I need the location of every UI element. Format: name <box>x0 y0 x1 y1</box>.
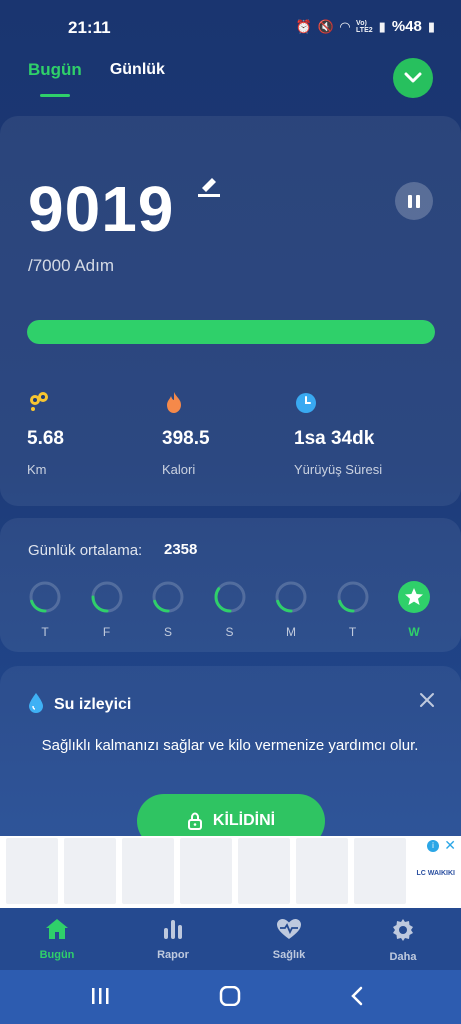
stat-distance-value: 5.68 <box>27 428 64 449</box>
status-bar: 21:11 ⏰ 🔇 ◠ Vo) LTE2 ▮ %48 ▮ <box>0 0 461 50</box>
edit-icon[interactable] <box>196 174 222 198</box>
stat-distance-label: Km <box>27 462 47 477</box>
ad-banner[interactable]: i ✕ LC WAIKIKI <box>0 836 461 908</box>
day-label: S <box>225 625 234 639</box>
day-label: F <box>102 625 111 639</box>
ad-info-icon[interactable]: i <box>427 840 439 852</box>
tab-bugun[interactable]: Bugün <box>28 60 82 97</box>
weekly-days: T F S S M T W <box>28 580 438 640</box>
ad-product-image[interactable] <box>122 838 174 904</box>
steps-progress-fill <box>27 320 435 344</box>
flame-icon <box>167 392 181 413</box>
back-icon[interactable] <box>350 986 364 1006</box>
bottom-nav: Bugün Rapor Sağlık Daha <box>0 908 461 970</box>
wifi-icon: ◠ <box>340 18 351 34</box>
clock-icon <box>296 393 316 413</box>
progress-ring-icon <box>152 581 184 613</box>
day-ring-5[interactable]: T <box>336 580 370 639</box>
ad-product-image[interactable] <box>180 838 232 904</box>
day-ring-4[interactable]: M <box>274 580 308 639</box>
day-ring-6[interactable]: W <box>397 580 431 639</box>
steps-value: 9019 <box>28 173 175 245</box>
nav-item-bugun[interactable]: Bugün <box>22 918 92 961</box>
home-button-icon[interactable] <box>219 986 241 1006</box>
progress-ring-icon <box>91 581 122 613</box>
stat-duration-label: Yürüyüş Süresi <box>294 462 383 477</box>
ad-product-image[interactable] <box>64 838 116 904</box>
stat-calories: 398.5 Kalori <box>162 390 210 477</box>
heart-pulse-icon <box>277 919 301 939</box>
day-ring-0[interactable]: T <box>28 580 62 639</box>
day-ring-1[interactable]: F <box>90 580 124 639</box>
close-icon[interactable] <box>419 692 435 708</box>
steps-progress-bar <box>27 320 435 344</box>
tab-gunluk[interactable]: Günlük <box>110 61 165 81</box>
alarm-icon: ⏰ <box>295 18 312 34</box>
steps-card: 9019 /7000 Adım 5.68 Km 398.5 Kalori 1sa… <box>0 116 461 506</box>
system-nav-bar <box>0 970 461 1024</box>
water-tracker-title: Su izleyici <box>54 696 132 713</box>
pause-icon-bar <box>416 194 420 208</box>
day-label: W <box>408 625 420 639</box>
day-label: T <box>41 625 49 639</box>
steps-goal: /7000 Adım <box>28 256 115 275</box>
gear-icon <box>393 919 413 941</box>
stat-calories-label: Kalori <box>162 462 196 477</box>
progress-ring-icon <box>214 581 245 613</box>
progress-ring-icon <box>29 581 61 613</box>
stat-duration: 1sa 34dk Yürüyüş Süresi <box>294 390 382 477</box>
weekly-card: Günlük ortalama: 2358 T F S S M T W <box>0 518 461 652</box>
bar-chart-icon <box>164 920 182 939</box>
daily-average-value: 2358 <box>164 541 198 558</box>
star-icon <box>398 581 430 613</box>
nav-label-bugun: Bugün <box>39 949 75 961</box>
stat-duration-value: 1sa 34dk <box>294 428 375 449</box>
status-time: 21:11 <box>68 18 111 37</box>
water-drop-icon <box>29 693 43 713</box>
battery-label: %48 <box>391 18 422 35</box>
network-label: Vo) LTE2 <box>356 19 373 34</box>
pause-button[interactable] <box>395 182 433 220</box>
progress-ring-icon <box>275 581 307 613</box>
day-ring-3[interactable]: S <box>213 580 247 639</box>
top-tabs: Bugün Günlük <box>28 60 165 97</box>
status-icons: ⏰ 🔇 ◠ Vo) LTE2 ▮ %48 ▮ <box>296 18 435 35</box>
stat-calories-value: 398.5 <box>162 428 210 449</box>
mute-icon: 🔇 <box>317 18 335 34</box>
signal-icon: ▮ <box>378 18 386 34</box>
ad-product-image[interactable] <box>238 838 290 904</box>
water-tracker-description: Sağlıklı kalmanızı sağlar ve kilo vermen… <box>41 737 419 754</box>
day-label: T <box>348 625 357 639</box>
nav-label-daha: Daha <box>389 951 417 963</box>
ad-product-image[interactable] <box>354 838 406 904</box>
nav-item-rapor[interactable]: Rapor <box>138 918 208 961</box>
battery-icon: ▮ <box>427 18 435 34</box>
water-tracker-card: Su izleyici Sağlıklı kalmanızı sağlar ve… <box>0 666 461 856</box>
footprints-icon <box>30 392 48 411</box>
day-ring-2[interactable]: S <box>151 580 185 639</box>
progress-ring-icon <box>337 581 368 613</box>
ad-brand-logo: LC WAIKIKI <box>416 870 456 877</box>
expand-button[interactable] <box>393 58 433 98</box>
day-label: M <box>286 625 296 639</box>
nav-item-daha[interactable]: Daha <box>368 918 438 963</box>
lock-icon <box>187 812 202 830</box>
nav-label-saglik: Sağlık <box>272 949 306 961</box>
chevron-down-icon <box>404 72 422 83</box>
home-icon <box>46 919 68 939</box>
pause-icon <box>408 194 412 208</box>
unlock-button-label: KİLİDİNİ <box>212 812 276 829</box>
ad-close-icon[interactable]: ✕ <box>444 837 456 854</box>
ad-product-image[interactable] <box>6 838 58 904</box>
daily-average-label: Günlük ortalama: <box>28 542 143 559</box>
nav-item-saglik[interactable]: Sağlık <box>254 918 324 961</box>
day-label: S <box>163 625 172 639</box>
stat-distance: 5.68 Km <box>27 390 64 477</box>
recent-apps-icon[interactable] <box>90 986 110 1006</box>
nav-label-rapor: Rapor <box>157 949 189 961</box>
ad-product-image[interactable] <box>296 838 348 904</box>
